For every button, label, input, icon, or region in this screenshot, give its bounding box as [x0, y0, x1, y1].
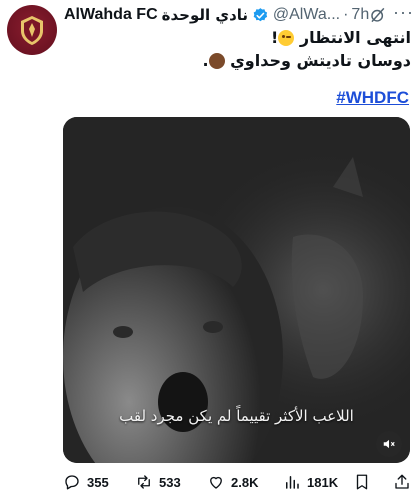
author-handle[interactable]: @AlWa... — [273, 6, 340, 24]
club-crest-icon — [21, 16, 43, 45]
reply-count: 355 — [87, 474, 109, 490]
grok-icon[interactable] — [369, 6, 387, 24]
like-count: 2.8K — [231, 474, 259, 490]
mute-button[interactable] — [376, 431, 402, 457]
mute-icon — [383, 439, 395, 449]
views-icon — [286, 476, 299, 489]
video-caption: اللاعب الأكثر تقييماً لم يكن مجرد لقب — [119, 407, 354, 425]
wink-emoji-icon — [278, 30, 295, 46]
like-button[interactable]: 2.8K — [207, 473, 258, 491]
share-icon — [395, 474, 409, 489]
repost-count: 533 — [159, 474, 181, 490]
verified-icon — [253, 7, 268, 21]
brown-circle-emoji-icon — [208, 53, 225, 69]
share-button[interactable] — [393, 473, 411, 491]
more-icon[interactable]: ··· — [393, 3, 414, 21]
author-name-ar[interactable]: نادي الوحدة — [162, 6, 248, 24]
reply-button[interactable]: 355 — [63, 473, 109, 491]
post-text: انتهى الانتظار ! دوسان تاديتش وحداوي . — [71, 26, 411, 72]
hashtag-link[interactable]: #WHDFC — [336, 88, 409, 108]
views-button[interactable]: 181K — [283, 473, 338, 491]
like-icon — [210, 476, 222, 489]
video-player[interactable]: اللاعب الأكثر تقييماً لم يكن مجرد لقب — [63, 117, 410, 463]
post-text-line2: دوسان تاديتش وحداوي . — [202, 51, 411, 70]
repost-icon — [138, 475, 150, 489]
post-time[interactable]: 7h — [351, 6, 369, 24]
action-bar: 355 533 2.8K 181K — [63, 468, 413, 496]
avatar[interactable] — [7, 5, 57, 55]
repost-button[interactable]: 533 — [135, 473, 181, 491]
bookmark-icon — [356, 474, 368, 490]
post-header: AlWahda FC نادي الوحدة @AlWa... · 7h ··· — [64, 3, 414, 26]
reply-icon — [65, 475, 79, 490]
views-count: 181K — [307, 474, 339, 490]
post-text-line1: انتهى الانتظار ! — [271, 28, 411, 47]
bookmark-button[interactable] — [353, 473, 371, 491]
separator-dot: · — [343, 6, 349, 23]
author-name-en[interactable]: AlWahda FC — [64, 6, 158, 24]
